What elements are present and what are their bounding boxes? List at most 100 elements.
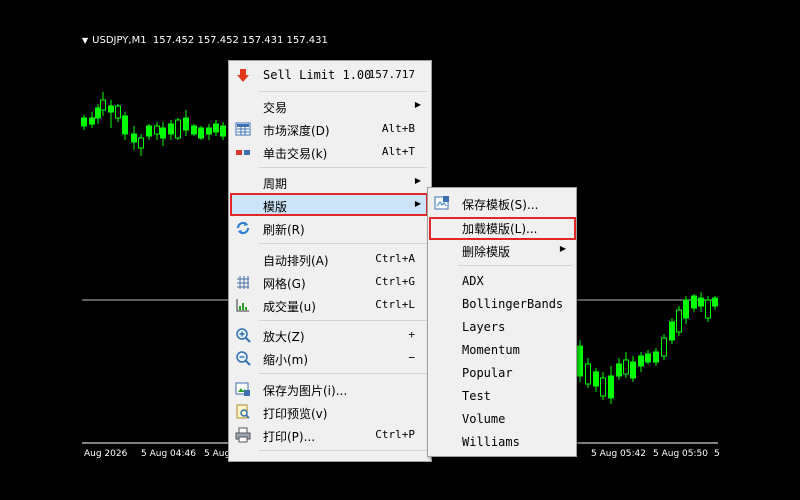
template-item-layers[interactable]: Layers xyxy=(430,316,574,338)
collapse-triangle-icon[interactable]: ▼ xyxy=(82,36,88,45)
market-depth-shortcut: Alt+B xyxy=(381,122,415,135)
template-item-adx[interactable]: ADX xyxy=(430,270,574,292)
menu-separator xyxy=(259,450,427,451)
menu-separator xyxy=(259,91,427,92)
template-item-bollingerbands[interactable]: BollingerBands xyxy=(430,293,574,315)
zoom-out-icon xyxy=(235,350,251,366)
print-label: 打印(P)... xyxy=(263,430,316,444)
zoom-out-label: 缩小(m) xyxy=(263,353,309,367)
candle-body xyxy=(100,99,106,111)
sell-limit-price: 157.717 xyxy=(368,68,415,81)
ohlc-values: 157.452 157.452 157.431 157.431 xyxy=(152,35,328,46)
candle-body xyxy=(168,123,174,135)
candle-body xyxy=(122,115,128,135)
menu-item-trade[interactable]: 交易 ▶ xyxy=(231,95,429,117)
menu-item-market-depth[interactable]: 市场深度(D) Alt+B xyxy=(231,118,429,140)
menu-separator xyxy=(259,243,427,244)
remove-template-label: 删除模版 xyxy=(462,245,511,259)
save-picture-icon xyxy=(235,381,251,397)
one-click-trading-icon xyxy=(235,144,251,160)
template-item-volume[interactable]: Volume xyxy=(430,408,574,430)
menu-item-print[interactable]: 打印(P)... Ctrl+P xyxy=(231,424,429,446)
candle-body xyxy=(593,371,599,387)
trade-label: 交易 xyxy=(263,101,288,115)
menu-item-one-click-trading[interactable]: 单击交易(k) Alt+T xyxy=(231,141,429,163)
candle-body xyxy=(108,105,114,113)
template-name: Momentum xyxy=(462,343,520,357)
time-label: 5 xyxy=(714,449,720,459)
submenu-arrow-icon: ▶ xyxy=(414,100,421,109)
menu-item-autoscroll[interactable]: 自动排列(A) Ctrl+A xyxy=(231,248,429,270)
template-name: Layers xyxy=(462,320,506,334)
candle-body xyxy=(191,125,197,135)
candle-body xyxy=(691,295,697,309)
submenu-arrow-icon: ▶ xyxy=(414,176,421,185)
template-name: ADX xyxy=(462,274,484,288)
candle-body xyxy=(577,345,583,377)
candle-body xyxy=(712,297,718,307)
grid-icon xyxy=(235,274,251,290)
menu-item-period[interactable]: 周期 ▶ xyxy=(231,171,429,193)
template-item-williams[interactable]: Williams xyxy=(430,431,574,453)
candle-body xyxy=(623,359,629,375)
zoom-in-shortcut: + xyxy=(408,328,415,341)
period-label: 周期 xyxy=(263,177,288,191)
candle-body xyxy=(653,351,659,363)
print-shortcut: Ctrl+P xyxy=(375,428,415,441)
menu-item-save-as-picture[interactable]: 保存为图片(i)... xyxy=(231,378,429,400)
volumes-label: 成交量(u) xyxy=(263,300,316,314)
menu-separator xyxy=(259,320,427,321)
sell-limit-label: Sell Limit 1.00 xyxy=(263,68,372,82)
menu-item-grid[interactable]: 网格(G) Ctrl+G xyxy=(231,271,429,293)
sell-arrow-icon xyxy=(235,67,251,83)
zoom-out-shortcut: − xyxy=(408,351,415,364)
menu-item-refresh[interactable]: 刷新(R) xyxy=(231,217,429,239)
candle-body xyxy=(669,321,675,341)
submenu-item-save-template[interactable]: 保存模板(S)... xyxy=(430,192,574,214)
candle-body xyxy=(705,299,711,319)
zoom-in-label: 放大(Z) xyxy=(263,330,305,344)
menu-item-zoom-in[interactable]: 放大(Z) + xyxy=(231,324,429,346)
refresh-label: 刷新(R) xyxy=(263,223,305,237)
template-item-popular[interactable]: Popular xyxy=(430,362,574,384)
candle-body xyxy=(138,137,144,149)
template-name: BollingerBands xyxy=(462,297,564,311)
time-label: 5 Aug 04:46 xyxy=(141,449,196,459)
candle-body xyxy=(630,361,636,379)
menu-item-zoom-out[interactable]: 缩小(m) − xyxy=(231,347,429,369)
candle-body xyxy=(645,353,651,363)
menu-item-volumes[interactable]: 成交量(u) Ctrl+L xyxy=(231,294,429,316)
printer-icon xyxy=(235,427,251,443)
candle-body xyxy=(175,119,181,139)
print-preview-icon xyxy=(235,404,251,420)
template-name: Test xyxy=(462,389,491,403)
volumes-shortcut: Ctrl+L xyxy=(375,298,415,311)
menu-item-sell-limit[interactable]: Sell Limit 1.00 157.717 xyxy=(231,64,429,86)
candle-body xyxy=(616,363,622,377)
candle-body xyxy=(89,117,95,125)
save-template-icon xyxy=(434,195,450,211)
template-item-test[interactable]: Test xyxy=(430,385,574,407)
candle-body xyxy=(146,125,152,137)
template-name: Popular xyxy=(462,366,513,380)
time-label: Aug 2026 xyxy=(84,449,128,459)
candle-body xyxy=(698,297,704,307)
template-annotation-box xyxy=(230,193,428,216)
zoom-in-icon xyxy=(235,327,251,343)
grid-label: 网格(G) xyxy=(263,277,306,291)
volumes-icon xyxy=(235,297,251,313)
menu-item-print-preview[interactable]: 打印预览(v) xyxy=(231,401,429,423)
candle-body xyxy=(676,309,682,333)
menu-separator xyxy=(458,265,572,266)
candle-body xyxy=(585,363,591,385)
submenu-arrow-icon: ▶ xyxy=(559,244,566,253)
submenu-item-remove-template[interactable]: 删除模版 ▶ xyxy=(430,239,574,261)
market-depth-label: 市场深度(D) xyxy=(263,124,330,138)
candle-body xyxy=(638,355,644,367)
time-label: 5 Aug 05:50 xyxy=(653,449,708,459)
chart-symbol-header: ▼ USDJPY,M1 157.452 157.452 157.431 157.4… xyxy=(82,35,328,46)
candle-body xyxy=(661,337,667,357)
chart-context-menu: Sell Limit 1.00 157.717 交易 ▶ 市场深度(D) Alt… xyxy=(228,60,432,462)
template-item-momentum[interactable]: Momentum xyxy=(430,339,574,361)
autoscroll-shortcut: Ctrl+A xyxy=(375,252,415,265)
